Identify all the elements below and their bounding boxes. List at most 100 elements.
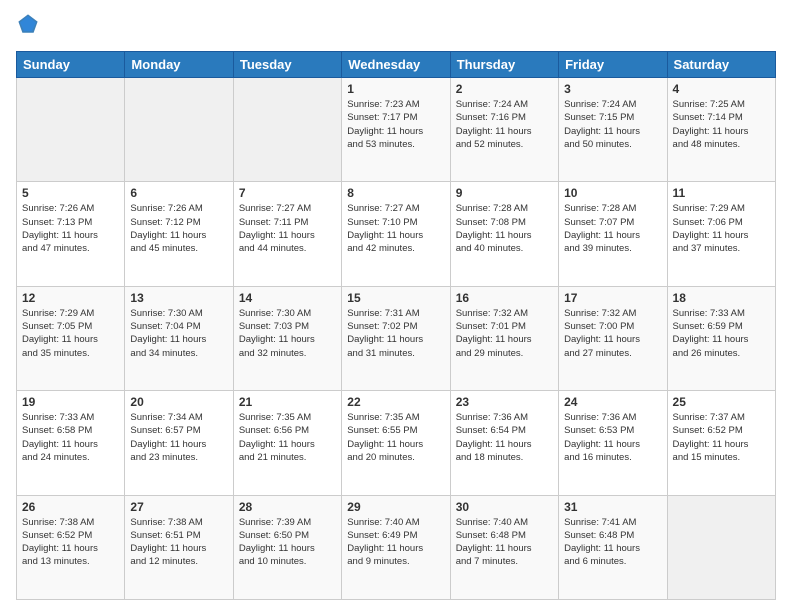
day-info: Sunrise: 7:23 AM Sunset: 7:17 PM Dayligh… — [347, 98, 444, 151]
day-number: 25 — [673, 395, 770, 409]
calendar-cell: 13 Sunrise: 7:30 AM Sunset: 7:04 PM Dayli… — [125, 286, 233, 390]
day-number: 15 — [347, 291, 444, 305]
day-info: Sunrise: 7:39 AM Sunset: 6:50 PM Dayligh… — [239, 516, 336, 569]
day-info: Sunrise: 7:37 AM Sunset: 6:52 PM Dayligh… — [673, 411, 770, 464]
week-row-1: 1 Sunrise: 7:23 AM Sunset: 7:17 PM Daylig… — [17, 78, 776, 182]
week-row-4: 19Sunrise: 7:33 AM Sunset: 6:58 PM Dayli… — [17, 391, 776, 495]
week-row-2: 5Sunrise: 7:26 AM Sunset: 7:13 PM Daylig… — [17, 182, 776, 286]
day-info: Sunrise: 7:38 AM Sunset: 6:51 PM Dayligh… — [130, 516, 227, 569]
day-info: Sunrise: 7:27 AM Sunset: 7:10 PM Dayligh… — [347, 202, 444, 255]
calendar-cell: 21 Sunrise: 7:35 AM Sunset: 6:56 PM Dayli… — [233, 391, 341, 495]
day-number: 26 — [22, 500, 119, 514]
day-number: 9 — [456, 186, 553, 200]
calendar-cell: 9 Sunrise: 7:28 AM Sunset: 7:08 PM Daylig… — [450, 182, 558, 286]
calendar-cell: 31 Sunrise: 7:41 AM Sunset: 6:48 PM Dayli… — [559, 495, 667, 599]
weekday-header-row: SundayMondayTuesdayWednesdayThursdayFrid… — [17, 52, 776, 78]
day-number: 16 — [456, 291, 553, 305]
day-number: 24 — [564, 395, 661, 409]
weekday-header-monday: Monday — [125, 52, 233, 78]
day-number: 28 — [239, 500, 336, 514]
calendar-cell: 27 Sunrise: 7:38 AM Sunset: 6:51 PM Dayli… — [125, 495, 233, 599]
weekday-header-thursday: Thursday — [450, 52, 558, 78]
weekday-header-saturday: Saturday — [667, 52, 775, 78]
day-info: Sunrise: 7:32 AM Sunset: 7:01 PM Dayligh… — [456, 307, 553, 360]
header — [16, 12, 776, 41]
day-info: Sunrise: 7:34 AM Sunset: 6:57 PM Dayligh… — [130, 411, 227, 464]
day-number: 30 — [456, 500, 553, 514]
calendar-table: SundayMondayTuesdayWednesdayThursdayFrid… — [16, 51, 776, 600]
weekday-header-sunday: Sunday — [17, 52, 125, 78]
calendar-cell — [125, 78, 233, 182]
calendar-cell: 11 Sunrise: 7:29 AM Sunset: 7:06 PM Dayli… — [667, 182, 775, 286]
day-number: 19 — [22, 395, 119, 409]
day-number: 11 — [673, 186, 770, 200]
day-number: 17 — [564, 291, 661, 305]
day-number: 20 — [130, 395, 227, 409]
weekday-header-tuesday: Tuesday — [233, 52, 341, 78]
calendar-cell — [17, 78, 125, 182]
day-number: 29 — [347, 500, 444, 514]
weekday-header-wednesday: Wednesday — [342, 52, 450, 78]
day-info: Sunrise: 7:41 AM Sunset: 6:48 PM Dayligh… — [564, 516, 661, 569]
day-info: Sunrise: 7:36 AM Sunset: 6:53 PM Dayligh… — [564, 411, 661, 464]
day-number: 27 — [130, 500, 227, 514]
calendar-cell: 16 Sunrise: 7:32 AM Sunset: 7:01 PM Dayli… — [450, 286, 558, 390]
calendar-cell: 17 Sunrise: 7:32 AM Sunset: 7:00 PM Dayli… — [559, 286, 667, 390]
day-info: Sunrise: 7:27 AM Sunset: 7:11 PM Dayligh… — [239, 202, 336, 255]
day-info: Sunrise: 7:40 AM Sunset: 6:48 PM Dayligh… — [456, 516, 553, 569]
calendar-cell: 14 Sunrise: 7:30 AM Sunset: 7:03 PM Dayli… — [233, 286, 341, 390]
calendar-cell: 12 Sunrise: 7:29 AM Sunset: 7:05 PM Dayli… — [17, 286, 125, 390]
calendar-cell: 15Sunrise: 7:31 AM Sunset: 7:02 PM Dayli… — [342, 286, 450, 390]
day-info: Sunrise: 7:30 AM Sunset: 7:04 PM Dayligh… — [130, 307, 227, 360]
day-info: Sunrise: 7:30 AM Sunset: 7:03 PM Dayligh… — [239, 307, 336, 360]
weekday-header-friday: Friday — [559, 52, 667, 78]
calendar-cell: 22 Sunrise: 7:35 AM Sunset: 6:55 PM Dayli… — [342, 391, 450, 495]
day-number: 1 — [347, 82, 444, 96]
calendar-cell: 24 Sunrise: 7:36 AM Sunset: 6:53 PM Dayli… — [559, 391, 667, 495]
logo-icon — [16, 12, 40, 36]
day-info: Sunrise: 7:32 AM Sunset: 7:00 PM Dayligh… — [564, 307, 661, 360]
calendar-cell: 4 Sunrise: 7:25 AM Sunset: 7:14 PM Daylig… — [667, 78, 775, 182]
week-row-5: 26Sunrise: 7:38 AM Sunset: 6:52 PM Dayli… — [17, 495, 776, 599]
day-info: Sunrise: 7:28 AM Sunset: 7:08 PM Dayligh… — [456, 202, 553, 255]
day-number: 22 — [347, 395, 444, 409]
calendar-cell: 1 Sunrise: 7:23 AM Sunset: 7:17 PM Daylig… — [342, 78, 450, 182]
calendar-cell: 3 Sunrise: 7:24 AM Sunset: 7:15 PM Daylig… — [559, 78, 667, 182]
day-info: Sunrise: 7:28 AM Sunset: 7:07 PM Dayligh… — [564, 202, 661, 255]
calendar-cell: 25 Sunrise: 7:37 AM Sunset: 6:52 PM Dayli… — [667, 391, 775, 495]
day-info: Sunrise: 7:24 AM Sunset: 7:15 PM Dayligh… — [564, 98, 661, 151]
week-row-3: 12 Sunrise: 7:29 AM Sunset: 7:05 PM Dayli… — [17, 286, 776, 390]
day-number: 6 — [130, 186, 227, 200]
day-number: 21 — [239, 395, 336, 409]
calendar-cell: 23Sunrise: 7:36 AM Sunset: 6:54 PM Dayli… — [450, 391, 558, 495]
calendar-cell: 30 Sunrise: 7:40 AM Sunset: 6:48 PM Dayli… — [450, 495, 558, 599]
calendar-cell: 19Sunrise: 7:33 AM Sunset: 6:58 PM Dayli… — [17, 391, 125, 495]
logo — [16, 12, 44, 41]
day-info: Sunrise: 7:40 AM Sunset: 6:49 PM Dayligh… — [347, 516, 444, 569]
day-number: 2 — [456, 82, 553, 96]
day-info: Sunrise: 7:29 AM Sunset: 7:06 PM Dayligh… — [673, 202, 770, 255]
calendar-cell: 10Sunrise: 7:28 AM Sunset: 7:07 PM Dayli… — [559, 182, 667, 286]
day-number: 18 — [673, 291, 770, 305]
day-number: 4 — [673, 82, 770, 96]
day-number: 31 — [564, 500, 661, 514]
day-info: Sunrise: 7:36 AM Sunset: 6:54 PM Dayligh… — [456, 411, 553, 464]
calendar-cell: 20 Sunrise: 7:34 AM Sunset: 6:57 PM Dayli… — [125, 391, 233, 495]
day-info: Sunrise: 7:26 AM Sunset: 7:12 PM Dayligh… — [130, 202, 227, 255]
day-number: 3 — [564, 82, 661, 96]
calendar-cell: 2Sunrise: 7:24 AM Sunset: 7:16 PM Daylig… — [450, 78, 558, 182]
day-info: Sunrise: 7:29 AM Sunset: 7:05 PM Dayligh… — [22, 307, 119, 360]
calendar-cell — [233, 78, 341, 182]
day-info: Sunrise: 7:33 AM Sunset: 6:59 PM Dayligh… — [673, 307, 770, 360]
day-number: 13 — [130, 291, 227, 305]
day-number: 12 — [22, 291, 119, 305]
calendar-cell: 5Sunrise: 7:26 AM Sunset: 7:13 PM Daylig… — [17, 182, 125, 286]
day-number: 5 — [22, 186, 119, 200]
calendar-cell: 7Sunrise: 7:27 AM Sunset: 7:11 PM Daylig… — [233, 182, 341, 286]
day-number: 14 — [239, 291, 336, 305]
day-info: Sunrise: 7:25 AM Sunset: 7:14 PM Dayligh… — [673, 98, 770, 151]
day-info: Sunrise: 7:35 AM Sunset: 6:56 PM Dayligh… — [239, 411, 336, 464]
calendar-cell: 26Sunrise: 7:38 AM Sunset: 6:52 PM Dayli… — [17, 495, 125, 599]
calendar-cell — [667, 495, 775, 599]
day-info: Sunrise: 7:35 AM Sunset: 6:55 PM Dayligh… — [347, 411, 444, 464]
